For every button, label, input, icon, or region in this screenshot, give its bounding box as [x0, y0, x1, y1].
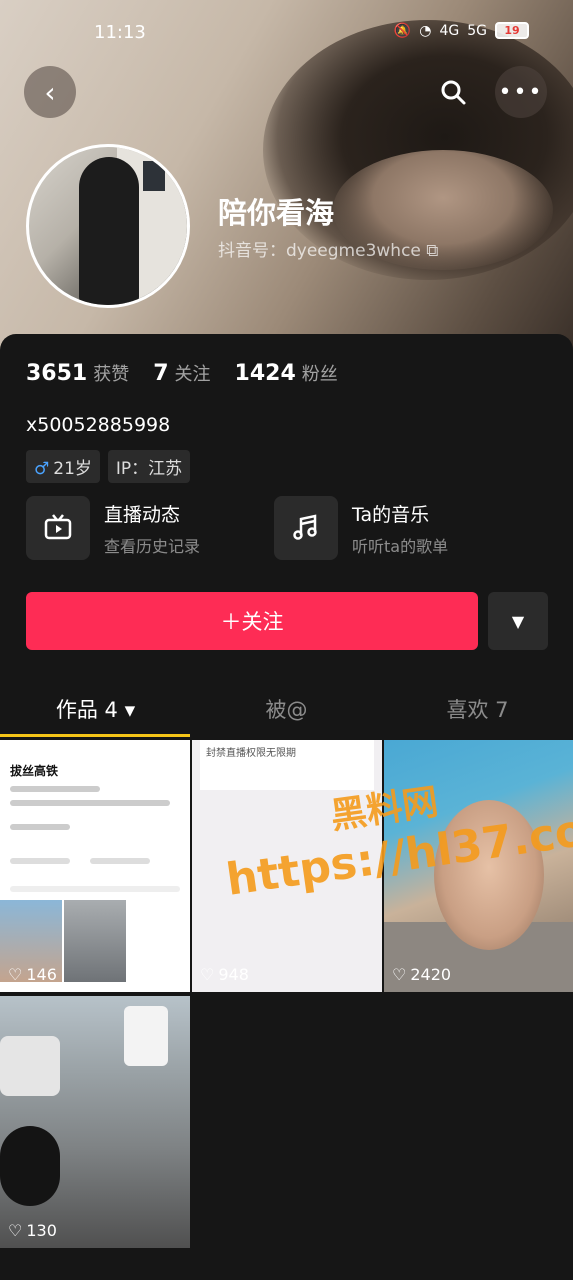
chevron-left-icon: ‹ — [44, 75, 56, 109]
post-thumbnail[interactable]: 拔丝高铁 ♡ 146 — [0, 740, 190, 992]
stat-followers[interactable]: 1424 粉丝 — [235, 360, 338, 386]
ip-tag: IP：江苏 — [107, 450, 191, 483]
heart-icon: ♡ — [8, 1221, 23, 1240]
nickname: 陪你看海 — [218, 196, 335, 230]
music-icon — [293, 514, 317, 540]
back-button[interactable]: ‹ — [24, 66, 76, 118]
heart-icon: ♡ — [392, 965, 407, 984]
content-tabs: 作品 4 ▾ 被@ 喜欢 7 — [0, 684, 573, 736]
profile-tags: ♂ 21岁 IP：江苏 — [26, 450, 191, 483]
card-subtitle: 听听ta的歌单 — [352, 536, 449, 556]
search-button[interactable] — [427, 66, 479, 118]
music-card[interactable]: Ta的音乐 听听ta的歌单 — [274, 496, 522, 560]
douyin-id[interactable]: 抖音号：dyeegme3whce ⧉ — [218, 236, 438, 261]
more-icon: ••• — [498, 79, 544, 105]
status-bar: 11:13 🔕 ◔ 4G 5G 19 — [0, 18, 573, 48]
mute-icon: 🔕 — [393, 22, 412, 39]
card-subtitle: 查看历史记录 — [104, 536, 201, 556]
male-icon: ♂ — [34, 459, 50, 479]
signal-icon: 4G — [439, 22, 460, 39]
heart-icon: ♡ — [8, 965, 23, 984]
card-title: 直播动态 — [104, 503, 181, 526]
tab-works[interactable]: 作品 4 ▾ — [0, 684, 191, 736]
follow-button[interactable]: ＋关注 — [26, 592, 478, 650]
like-count: ♡ 2420 — [392, 965, 452, 984]
stat-likes: 3651 获赞 — [26, 361, 130, 386]
age-tag: ♂ 21岁 — [26, 450, 100, 483]
more-button[interactable]: ••• — [495, 66, 547, 118]
tab-mentions[interactable]: 被@ — [191, 684, 382, 736]
feature-cards: 直播动态 查看历史记录 Ta的音乐 听听ta的歌单 — [26, 496, 522, 560]
avatar[interactable] — [26, 144, 190, 308]
post-thumbnail[interactable]: ♡ 130 — [0, 996, 190, 1248]
tab-indicator — [0, 734, 190, 737]
triangle-down-icon: ▼ — [511, 611, 525, 631]
live-history-card[interactable]: 直播动态 查看历史记录 — [26, 496, 274, 560]
stats-row: 3651 获赞 7 关注 1424 粉丝 — [26, 360, 338, 386]
like-count: ♡ 146 — [8, 965, 57, 984]
wifi-icon: ◔ — [419, 22, 432, 39]
card-title: Ta的音乐 — [352, 503, 430, 526]
tv-icon — [44, 514, 72, 540]
search-icon — [441, 80, 466, 105]
heart-icon: ♡ — [200, 965, 215, 984]
copy-icon[interactable]: ⧉ — [426, 241, 438, 261]
stat-following[interactable]: 7 关注 — [153, 360, 210, 386]
like-count: ♡ 130 — [8, 1221, 57, 1240]
tab-likes[interactable]: 喜欢 7 — [382, 684, 573, 736]
like-count: ♡ 948 — [200, 965, 249, 984]
status-time: 11:13 — [94, 22, 146, 43]
battery-icon: 19 — [495, 22, 529, 39]
recommend-dropdown-button[interactable]: ▼ — [488, 592, 548, 650]
bio-text: x50052885998 — [26, 414, 171, 436]
signal-icon: 5G — [467, 22, 487, 39]
